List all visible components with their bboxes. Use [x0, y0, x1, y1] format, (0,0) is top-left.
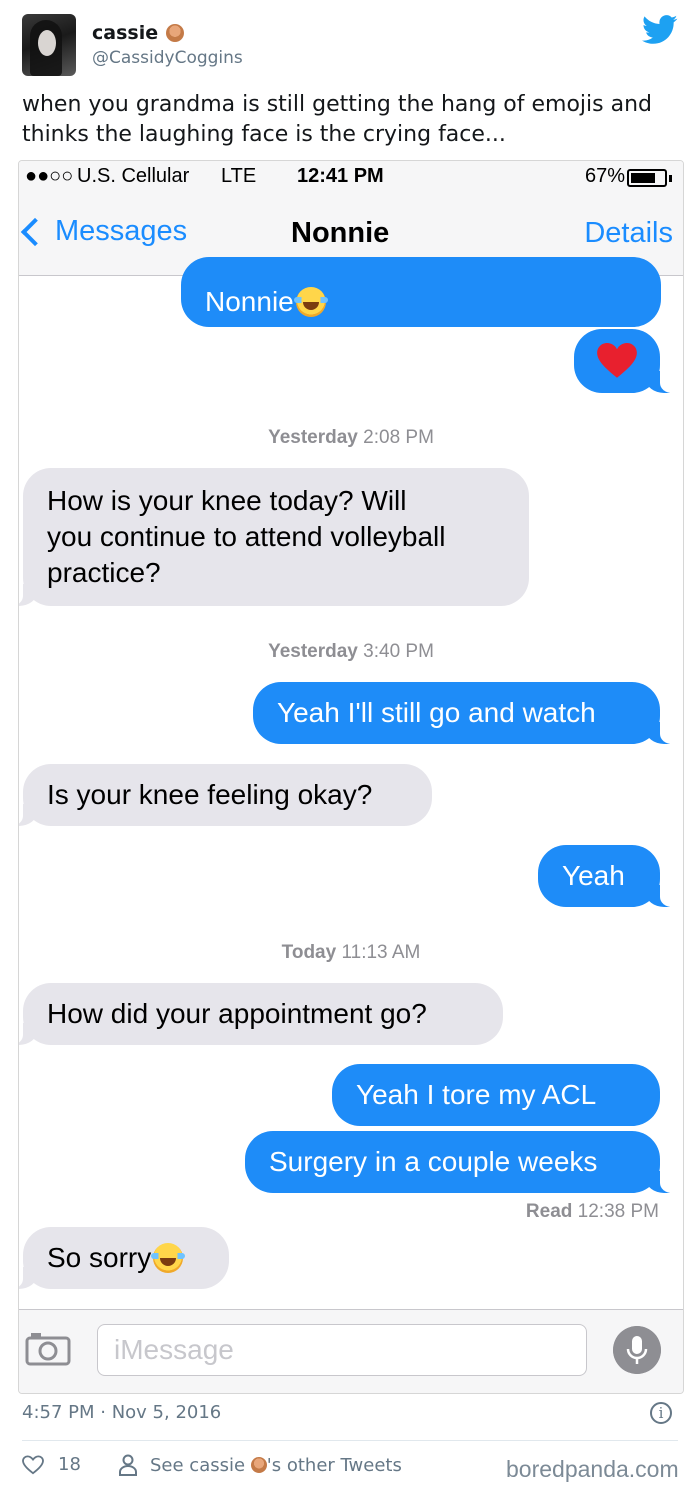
message-bubble-outgoing[interactable]: Yeah	[538, 845, 678, 907]
timestamp-day: Today	[281, 942, 337, 963]
like-count: 18	[58, 1454, 81, 1475]
message-bubble-outgoing[interactable]: Nonnie	[181, 257, 661, 327]
status-bar: ●●○○ U.S. Cellular LTE 12:41 PM 67%	[19, 161, 683, 197]
message-text: Nonnie	[205, 286, 294, 317]
message-bubble-outgoing[interactable]	[574, 329, 678, 393]
message-text: How did your appointment go?	[47, 998, 427, 1029]
timestamp-day: Yesterday	[268, 641, 358, 662]
message-text: Yeah I'll still go and watch	[277, 697, 596, 728]
read-receipt: Read 12:38 PM	[526, 1201, 659, 1223]
read-time: 12:38 PM	[577, 1201, 659, 1222]
message-bubble-incoming[interactable]: How did your appointment go?	[19, 983, 503, 1045]
author-handle[interactable]: @CassidyCoggins	[92, 48, 243, 68]
message-text: Yeah I tore my ACL	[356, 1079, 597, 1110]
twitter-bird-icon[interactable]	[642, 14, 678, 46]
timestamp-divider: Today 11:13 AM	[19, 942, 683, 964]
person-emoji-icon	[250, 1456, 267, 1473]
imessage-input[interactable]: iMessage	[97, 1324, 587, 1376]
message-bubble-outgoing[interactable]: Yeah I'll still go and watch	[253, 682, 678, 744]
message-text-line: How is your knee today? Will	[47, 485, 407, 516]
battery-icon	[627, 169, 672, 187]
camera-icon[interactable]	[25, 1332, 71, 1366]
timestamp-time: 11:13 AM	[341, 942, 421, 963]
timestamp-day: Yesterday	[268, 427, 358, 448]
messages-screenshot[interactable]: ●●○○ U.S. Cellular LTE 12:41 PM 67% Mess…	[18, 160, 684, 1394]
message-bubble-incoming[interactable]: How is your knee today? Will you continu…	[19, 468, 529, 606]
person-outline-icon	[119, 1454, 137, 1476]
timestamp-divider: Yesterday 2:08 PM	[19, 427, 683, 449]
status-time: 12:41 PM	[297, 165, 384, 187]
see-other-prefix: See cassie	[150, 1454, 246, 1476]
network-type: LTE	[221, 165, 257, 187]
read-label: Read	[525, 1201, 573, 1222]
message-text: Surgery in a couple weeks	[269, 1146, 598, 1177]
message-text-line: practice?	[47, 557, 161, 588]
back-button[interactable]: Messages	[19, 215, 187, 248]
watermark: boredpanda.com	[506, 1456, 679, 1482]
author-avatar[interactable]	[22, 14, 76, 76]
message-bubble-incoming[interactable]: So sorry	[19, 1227, 229, 1289]
details-button[interactable]: Details	[584, 217, 673, 250]
message-input-bar: iMessage	[19, 1309, 683, 1393]
laughing-crying-emoji-icon	[151, 1243, 186, 1273]
timestamp-time: 3:40 PM	[363, 641, 434, 662]
back-chevron-icon	[20, 217, 50, 246]
author-name-row[interactable]: cassie	[92, 22, 185, 44]
message-text: Is your knee feeling okay?	[47, 779, 373, 810]
message-bubble-incoming[interactable]: Is your knee feeling okay?	[19, 764, 432, 826]
message-text: So sorry	[47, 1242, 152, 1273]
like-button[interactable]: 18	[22, 1454, 81, 1475]
tweet-text: when you grandma is still getting the ha…	[22, 92, 652, 147]
message-text: Yeah	[562, 860, 625, 891]
author-name[interactable]: cassie	[92, 22, 158, 44]
red-heart-emoji-icon	[597, 343, 637, 378]
signal-strength: ●●○○	[25, 165, 74, 187]
back-label: Messages	[55, 215, 188, 247]
battery-percent: 67%	[585, 165, 626, 187]
person-emoji-icon	[166, 24, 185, 42]
laughing-crying-emoji-icon	[293, 287, 328, 317]
see-other-suffix: 's other Tweets	[266, 1454, 402, 1476]
carrier-name: U.S. Cellular	[77, 165, 190, 187]
info-icon[interactable]: i	[650, 1402, 672, 1424]
divider	[22, 1440, 678, 1441]
message-bubble-outgoing[interactable]: Surgery in a couple weeks	[245, 1131, 678, 1193]
microphone-icon[interactable]	[613, 1326, 661, 1374]
conversation-title: Nonnie	[291, 217, 390, 249]
message-bubble-outgoing[interactable]: Yeah I tore my ACL	[332, 1064, 660, 1126]
see-other-tweets-link[interactable]: See cassie 's other Tweets	[118, 1454, 402, 1476]
message-text-line: you continue to attend volleyball	[47, 521, 446, 552]
heart-outline-icon	[22, 1454, 44, 1474]
timestamp-time: 2:08 PM	[363, 427, 434, 448]
timestamp-divider: Yesterday 3:40 PM	[19, 641, 683, 663]
tweet-timestamp[interactable]: 4:57 PM · Nov 5, 2016	[22, 1402, 221, 1423]
